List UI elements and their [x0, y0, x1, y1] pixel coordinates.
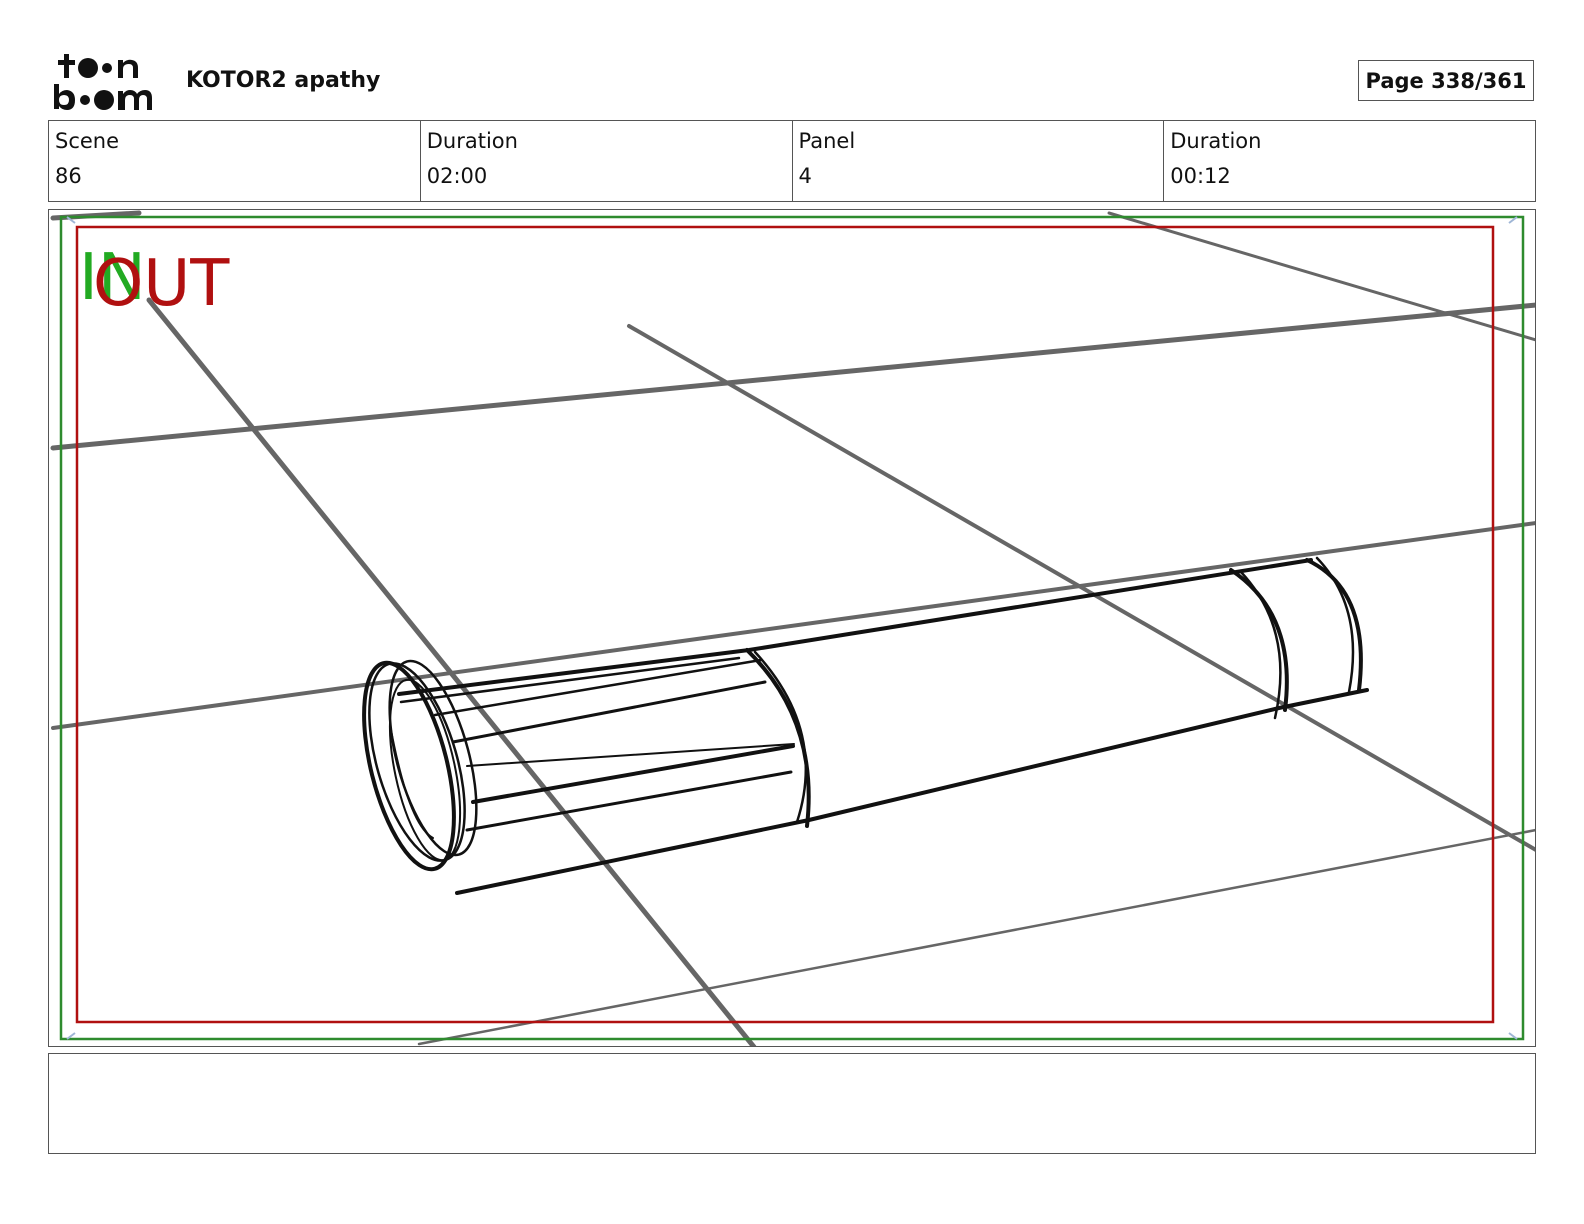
panel-cell: Panel 4: [793, 121, 1165, 201]
storyboard-panel: IN OUT: [48, 209, 1536, 1047]
corner-marks: [66, 216, 1518, 1040]
scene-cell: Scene 86: [49, 121, 421, 201]
cylinder-sketch: [362, 556, 1369, 895]
panel-duration-label: Duration: [1170, 129, 1262, 153]
scene-label: Scene: [55, 129, 120, 153]
scene-info-table: Scene 86 Duration 02:00 Panel 4 Duration…: [48, 120, 1536, 202]
panel-value: 4: [798, 164, 812, 188]
project-title: KOTOR2 apathy: [186, 68, 381, 93]
notes-box: [48, 1053, 1536, 1154]
scene-duration-label: Duration: [426, 129, 518, 153]
panel-duration-cell: Duration 00:12: [1164, 121, 1535, 201]
page-number: Page 338/361: [1358, 60, 1534, 101]
toon-boom-logo: [54, 54, 152, 110]
panel-drawing: [50, 210, 1535, 1046]
panel-duration-value: 00:12: [1170, 164, 1231, 188]
out-marker: OUT: [93, 247, 230, 321]
scene-duration-cell: Duration 02:00: [421, 121, 793, 201]
scene-value: 86: [55, 164, 82, 188]
action-frame: [75, 225, 1495, 1024]
safe-frame: [59, 215, 1525, 1041]
scene-duration-value: 02:00: [426, 164, 488, 188]
panel-label: Panel: [798, 129, 856, 153]
perspective-lines: [50, 210, 1535, 1046]
